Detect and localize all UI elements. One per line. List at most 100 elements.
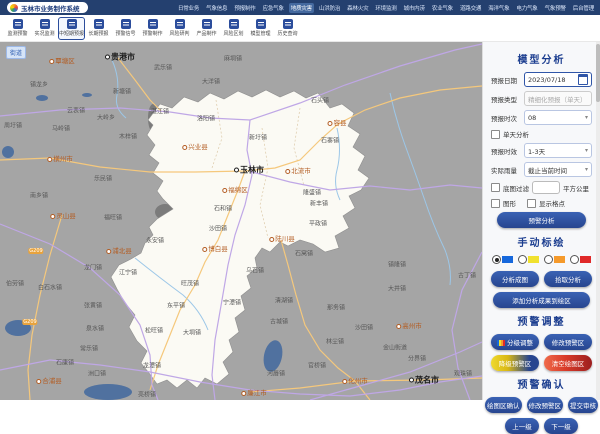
actual-rain-select[interactable]: 截止当前时间 ▾: [524, 162, 592, 177]
level-nav-button[interactable]: 上一级: [505, 418, 539, 434]
module-tab[interactable]: 产品制作: [193, 17, 220, 40]
forecast-date-input[interactable]: 2023/07/18: [524, 72, 592, 87]
map-label-town: 云表镇: [67, 106, 85, 115]
color-swatch: [528, 256, 539, 263]
show-grid-checkbox[interactable]: [527, 199, 536, 208]
map-label-town: 洛阳镇: [197, 114, 215, 123]
module-tab[interactable]: 风险研判: [166, 17, 193, 40]
chevron-down-icon: ▾: [585, 166, 588, 173]
warning-adjust-button[interactable]: 清空绘图区: [544, 355, 592, 371]
map-canvas[interactable]: 覃塘区贵港市武乐镇麻垌镇镇龙乡新塘镇大洋镇云表镇大岭乡周圩镇马岭镇木梓镇横州市乐…: [0, 42, 482, 400]
forecast-type-label: 预报类型: [491, 94, 521, 104]
map-label-town: 江宁镇: [119, 268, 137, 277]
scrollbar-thumb[interactable]: [596, 44, 600, 102]
single-day-checkbox[interactable]: [491, 130, 500, 139]
module-tab[interactable]: 预警制作: [139, 17, 166, 40]
topnav-item[interactable]: 道路交通: [458, 3, 483, 13]
module-tab-label: 实况监测: [34, 30, 54, 37]
warning-adjust-row1: 分级调整修改预警区: [491, 334, 592, 350]
color-radio[interactable]: [544, 255, 553, 264]
level-nav-button[interactable]: 下一级: [544, 418, 578, 434]
warning-adjust-row2: 降级预警区清空绘图区: [491, 355, 592, 371]
topnav-item[interactable]: 应急气象: [261, 3, 286, 13]
plot-color-option[interactable]: [544, 255, 565, 264]
map-label-town: 旺茂镇: [181, 279, 199, 288]
place-marker: [222, 188, 227, 193]
forecast-type-value: 精细化预报（单天）: [528, 94, 587, 104]
map-label-town: 古丁镇: [458, 271, 476, 280]
validity-label: 预报时效: [491, 146, 521, 156]
warning-confirm-button[interactable]: 修改预警区: [527, 397, 564, 413]
warning-adjust-button[interactable]: 修改预警区: [544, 334, 592, 350]
map-label-city: 玉林市: [234, 165, 264, 176]
warning-adjust-button[interactable]: 分级调整: [491, 334, 539, 350]
module-icon: [13, 19, 23, 29]
map-label-town: 新丰镇: [310, 199, 328, 208]
topnav-item[interactable]: 森林火灾: [345, 3, 370, 13]
manual-plot-button[interactable]: 拾取分析: [544, 271, 592, 287]
topnav-item[interactable]: 环境监测: [373, 3, 398, 13]
forecast-time-select[interactable]: 08 ▾: [524, 110, 592, 125]
plot-color-option[interactable]: [518, 255, 539, 264]
module-tab[interactable]: 风险区划: [220, 17, 247, 40]
map-label-county: 化州市: [342, 375, 368, 385]
module-tab[interactable]: 历史查询: [274, 17, 301, 40]
module-tab[interactable]: 模型管理: [247, 17, 274, 40]
manual-plot-button[interactable]: 分析成图: [491, 271, 539, 287]
area-threshold-input[interactable]: [532, 181, 560, 194]
place-marker: [342, 379, 347, 384]
topnav-item[interactable]: 山洪防治: [317, 3, 342, 13]
module-tab[interactable]: 长期预报: [85, 17, 112, 40]
place-marker: [241, 391, 246, 396]
topnav-item[interactable]: 预报制作: [232, 3, 257, 13]
module-tab-label: 历史查询: [277, 30, 297, 37]
warning-confirm-button[interactable]: 绘图区确认: [485, 397, 522, 413]
panel-title-model-analysis: 模型分析: [491, 51, 592, 66]
module-tab-label: 预警制作: [142, 30, 162, 37]
topnav-item[interactable]: 海洋气象: [486, 3, 511, 13]
warning-confirm-button[interactable]: 提交审核: [568, 397, 598, 413]
map-label-town: 大岭乡: [97, 113, 115, 122]
topnav-item[interactable]: 地质灾害: [289, 3, 314, 13]
module-tab[interactable]: 监测预警: [4, 17, 31, 40]
topnav-item[interactable]: 日常业务: [176, 3, 201, 13]
map-label-town: 乌石镇: [246, 266, 264, 275]
color-radio[interactable]: [518, 255, 527, 264]
place-marker: [49, 59, 54, 64]
topnav-item[interactable]: 电力气象: [514, 3, 539, 13]
plot-color-option[interactable]: [492, 255, 513, 264]
module-icon: [283, 19, 293, 29]
place-marker: [182, 145, 187, 150]
map-label-city: 茂名市: [409, 375, 439, 386]
overlay-result-button[interactable]: 添加分析成果到绘区: [493, 292, 590, 308]
topnav-item[interactable]: 城市内涝: [402, 3, 427, 13]
map-label-county: 廉江市: [241, 387, 267, 397]
topnav-item[interactable]: 气象预警: [543, 3, 568, 13]
map-layer-badge[interactable]: 街道: [6, 46, 26, 59]
warning-adjust-button[interactable]: 降级预警区: [491, 355, 539, 371]
module-tab-label: 模型管理: [250, 30, 270, 37]
module-tab[interactable]: 实况监测: [31, 17, 58, 40]
graphic-checkbox[interactable]: [491, 199, 500, 208]
module-tabbar: 监测预警实况监测中短期预报长期预报预警信号预警制作风险研判产品制作风险区划模型管…: [0, 15, 600, 42]
warning-analysis-button[interactable]: 预警分析: [497, 212, 586, 228]
plot-color-option[interactable]: [570, 255, 591, 264]
topnav-item[interactable]: 农业气象: [430, 3, 455, 13]
module-icon: [67, 19, 77, 29]
topnav-item[interactable]: 后台管理: [571, 3, 596, 13]
map-label-county: 陆川县: [269, 233, 295, 243]
module-tab[interactable]: 预警信号: [112, 17, 139, 40]
basemap-filter-checkbox[interactable]: [491, 183, 500, 192]
validity-select[interactable]: 1-3天 ▾: [524, 143, 592, 158]
topnav-item[interactable]: 气象信息: [204, 3, 229, 13]
module-tab-label: 中短期预报: [59, 30, 84, 37]
map-label-town: 宁潭镇: [223, 298, 241, 307]
module-tab[interactable]: 中短期预报: [58, 17, 85, 40]
module-icon: [148, 19, 158, 29]
color-radio[interactable]: [570, 255, 579, 264]
area-unit-label: 平方公里: [563, 183, 589, 193]
module-icon: [202, 19, 212, 29]
calendar-icon[interactable]: [578, 74, 588, 85]
color-radio[interactable]: [492, 255, 501, 264]
map-label-town: 镇龙乡: [30, 80, 48, 89]
